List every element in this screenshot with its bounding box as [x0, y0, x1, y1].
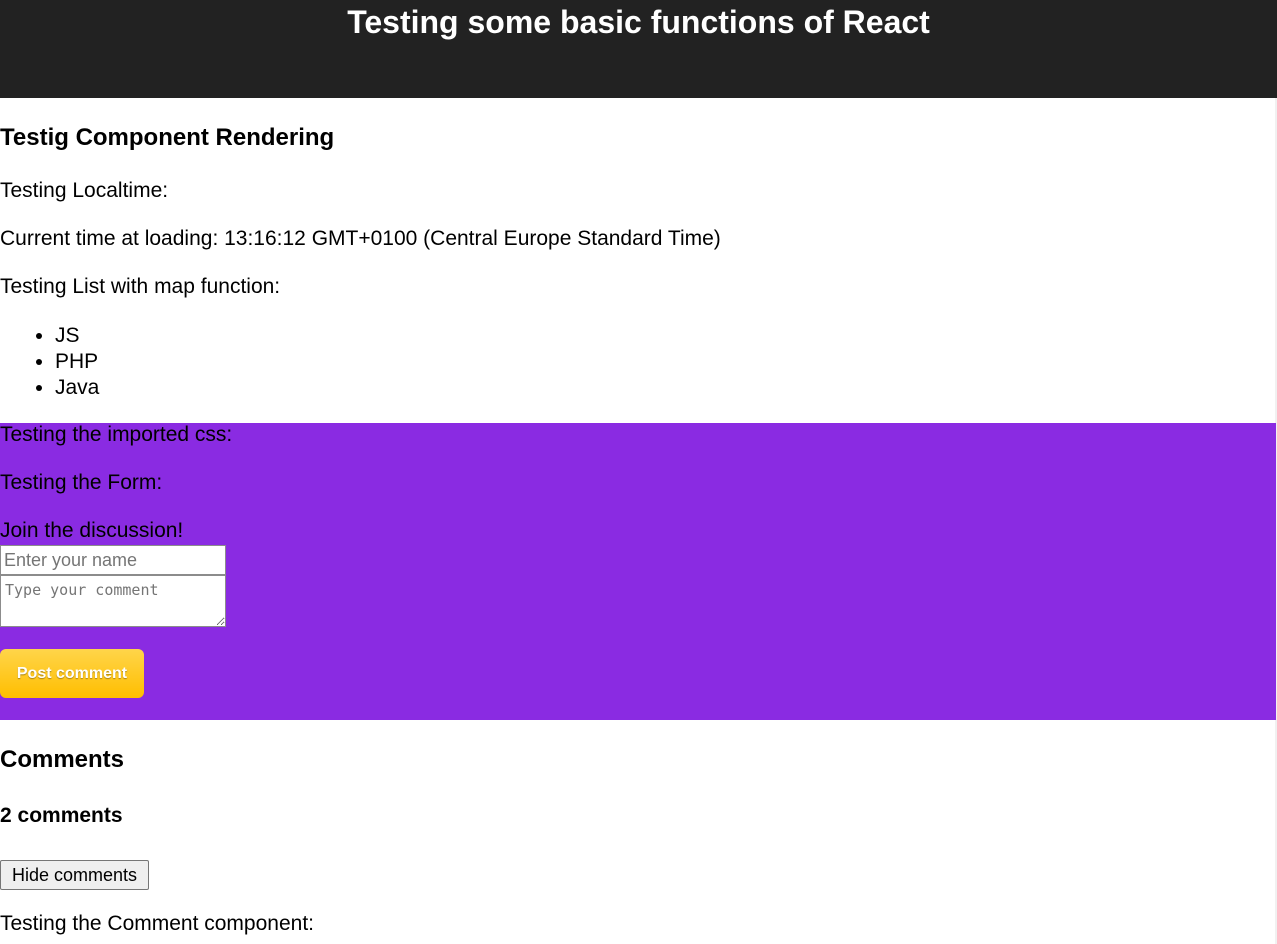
name-input[interactable] — [0, 545, 226, 575]
hide-comments-button[interactable]: Hide comments — [0, 860, 149, 890]
app-header: Testing some basic functions of React — [0, 0, 1277, 98]
comment-textarea[interactable] — [0, 575, 226, 627]
list-item-php: PHP — [55, 349, 99, 375]
rendering-heading: Testig Component Rendering — [0, 124, 335, 151]
page-title: Testing some basic functions of React — [347, 4, 930, 40]
post-comment-button[interactable]: Post comment — [0, 649, 144, 698]
css-test-label: Testing the imported css: — [0, 423, 233, 446]
comments-count: 2 comments — [0, 804, 123, 827]
current-time-text: Current time at loading: 13:16:12 GMT+01… — [0, 227, 721, 250]
language-list: JS PHP Java — [0, 323, 99, 401]
list-label: Testing List with map function: — [0, 275, 281, 298]
list-item-js: JS — [55, 323, 99, 349]
localtime-label: Testing Localtime: — [0, 179, 169, 202]
join-discussion-prompt: Join the discussion! — [0, 519, 184, 542]
form-test-label: Testing the Form: — [0, 471, 163, 494]
comments-heading: Comments — [0, 746, 125, 773]
comment-component-label: Testing the Comment component: — [0, 912, 314, 935]
list-item-java: Java — [55, 375, 99, 401]
